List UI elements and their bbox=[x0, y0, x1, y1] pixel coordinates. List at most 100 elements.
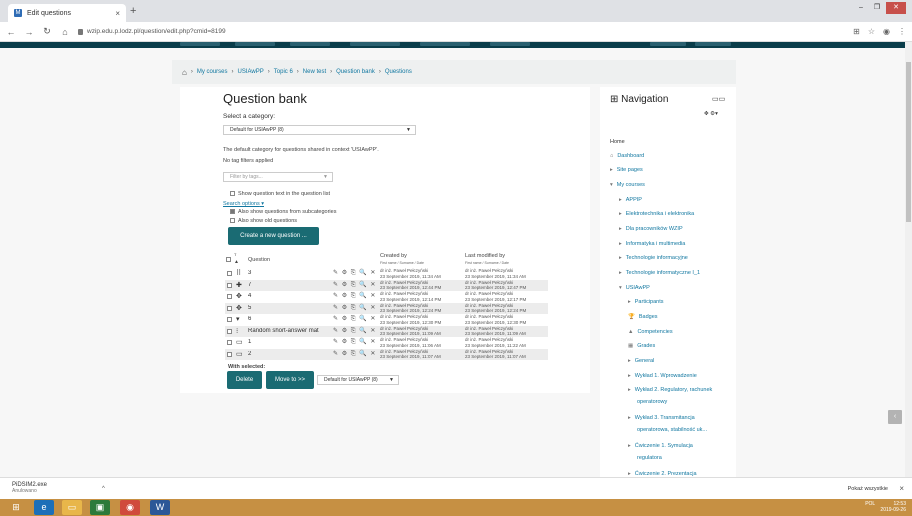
tag-filter-input[interactable]: Filter by tags... ▼ bbox=[223, 172, 333, 182]
move-to-button[interactable]: Move to >> bbox=[266, 371, 314, 389]
sidebar-item-label: USIAwPP bbox=[625, 285, 650, 291]
sidebar-item[interactable]: operatorowy bbox=[637, 399, 667, 405]
chrome-icon[interactable]: ◉ bbox=[120, 500, 140, 515]
old-questions-option[interactable]: Also show old questions bbox=[230, 218, 297, 224]
row-checkbox[interactable] bbox=[227, 317, 232, 322]
search-options-link[interactable]: Search options ▾ bbox=[223, 201, 264, 207]
row-actions[interactable]: ✎ ⚙ ⎘ 🔍 ✕ bbox=[333, 350, 376, 358]
breadcrumb-item[interactable]: Question bank bbox=[336, 69, 375, 75]
new-tab-button[interactable]: + bbox=[130, 5, 136, 17]
sidebar-item[interactable]: ▸ APPIP bbox=[619, 197, 642, 203]
col-modified-header[interactable]: Last modified by bbox=[465, 253, 505, 259]
block-actions-icon[interactable]: ✥ ⚙▾ bbox=[704, 111, 718, 117]
bookmark-star-icon[interactable]: ☆ bbox=[868, 27, 875, 36]
sidebar-item[interactable]: ▸ Ćwiczenie 1. Symulacja bbox=[628, 443, 693, 449]
ie-icon[interactable]: e bbox=[34, 500, 54, 515]
show-all-downloads-link[interactable]: Pokaż wszystkie bbox=[848, 486, 888, 492]
row-actions[interactable]: ✎ ⚙ ⎘ 🔍 ✕ bbox=[333, 269, 376, 277]
sidebar-item[interactable]: ⌂ Dashboard bbox=[610, 153, 644, 159]
app-icon[interactable]: ▣ bbox=[90, 500, 110, 515]
row-actions[interactable]: ✎ ⚙ ⎘ 🔍 ✕ bbox=[333, 281, 376, 289]
close-downloads-icon[interactable]: × bbox=[899, 484, 904, 493]
back-icon[interactable]: ← bbox=[6, 27, 16, 37]
home-icon[interactable]: ⌂ bbox=[182, 68, 187, 77]
minimize-icon[interactable]: – bbox=[854, 2, 868, 14]
sidebar-item[interactable]: ▸ Technologie informacyjne bbox=[619, 255, 688, 261]
show-question-text-option[interactable]: Show question text in the question list bbox=[230, 191, 330, 197]
breadcrumb-item[interactable]: Questions bbox=[385, 69, 412, 75]
download-item[interactable]: PiDSIM2.exe Anulowano bbox=[12, 482, 47, 494]
row-actions[interactable]: ✎ ⚙ ⎘ 🔍 ✕ bbox=[333, 315, 376, 323]
reload-icon[interactable]: ↻ bbox=[42, 26, 52, 37]
sidebar-item[interactable]: ▸ Site pages bbox=[610, 167, 643, 173]
chevron-up-icon[interactable]: ^ bbox=[102, 486, 105, 492]
sidebar-item[interactable]: ▦ Grades bbox=[628, 343, 655, 349]
lang-indicator[interactable]: POL bbox=[865, 501, 875, 507]
forward-icon[interactable]: → bbox=[24, 27, 34, 37]
sidebar-item[interactable]: ▸ Informatyka i multimedia bbox=[619, 241, 685, 247]
row-checkbox[interactable] bbox=[227, 328, 232, 334]
sidebar-item[interactable]: Home bbox=[610, 139, 625, 145]
category-select[interactable]: Default for USIAwPP (8) ▼ bbox=[223, 125, 416, 135]
sidebar-item[interactable]: ▸ Elektrotechnika i elektronika bbox=[619, 211, 694, 217]
row-checkbox[interactable] bbox=[227, 282, 232, 288]
page-title: Question bank bbox=[223, 91, 307, 106]
sidebar-item[interactable]: ▸ Technologie informatyczne I_1 bbox=[619, 270, 700, 276]
breadcrumb-item[interactable]: USIAwPP bbox=[238, 69, 264, 75]
file-explorer-icon[interactable]: ▭ bbox=[62, 500, 82, 515]
sidebar-item[interactable]: ▾ My courses bbox=[610, 182, 645, 188]
breadcrumb-item[interactable]: New test bbox=[303, 69, 326, 75]
create-question-button[interactable]: Create a new question ... bbox=[228, 227, 319, 245]
old-questions-checkbox[interactable] bbox=[230, 218, 235, 224]
select-all-checkbox[interactable] bbox=[226, 257, 234, 263]
browser-tab[interactable]: M Edit questions × bbox=[8, 4, 126, 22]
sidebar-item[interactable]: 🏆 Badges bbox=[628, 314, 658, 320]
sidebar-item[interactable]: regulatora bbox=[637, 455, 662, 461]
subcategories-checkbox[interactable] bbox=[230, 209, 235, 215]
windows-start-icon[interactable]: ⊞ bbox=[6, 500, 26, 515]
sidebar-item[interactable]: ▸ General bbox=[628, 358, 654, 364]
breadcrumb-item[interactable]: Topic 6 bbox=[274, 69, 293, 75]
subcategories-option[interactable]: Also show questions from subcategories bbox=[230, 209, 336, 215]
sidebar-item[interactable]: ▾ USIAwPP bbox=[619, 285, 650, 291]
row-actions[interactable]: ✎ ⚙ ⎘ 🔍 ✕ bbox=[333, 338, 376, 346]
tree-toggle-icon: ▸ bbox=[628, 387, 631, 393]
move-target-select[interactable]: Default for USIAwPP (8) ▼ bbox=[317, 375, 399, 385]
breadcrumb-item[interactable]: My courses bbox=[197, 69, 228, 75]
home-icon[interactable]: ⌂ bbox=[60, 27, 70, 37]
maximize-icon[interactable]: ❐ bbox=[870, 2, 884, 14]
sidebar-item[interactable]: ▸ Wykład 3. Transmitancja bbox=[628, 415, 695, 421]
word-icon[interactable]: W bbox=[150, 500, 170, 515]
menu-icon[interactable]: ⋮ bbox=[898, 27, 906, 36]
sidebar-item[interactable]: ▸ Wykład 2. Regulatory, rachunek bbox=[628, 387, 712, 393]
row-actions[interactable]: ✎ ⚙ ⎘ 🔍 ✕ bbox=[333, 327, 376, 335]
delete-button[interactable]: Delete bbox=[227, 371, 262, 389]
sidebar-item[interactable]: operatorowa, stabilność uk... bbox=[637, 427, 707, 433]
col-created-header[interactable]: Created by bbox=[380, 253, 407, 259]
row-actions[interactable]: ✎ ⚙ ⎘ 🔍 ✕ bbox=[333, 292, 376, 300]
row-checkbox[interactable] bbox=[227, 340, 232, 345]
translate-icon[interactable]: ⊞ bbox=[853, 27, 860, 36]
sort-type-indicator[interactable]: T bbox=[234, 252, 236, 257]
sidebar-item[interactable]: ▸ Dla pracowników WZIP bbox=[619, 226, 683, 232]
tab-close-icon[interactable]: × bbox=[115, 9, 120, 18]
show-text-checkbox[interactable] bbox=[230, 191, 235, 197]
sort-asc-icon[interactable]: ▲ bbox=[234, 259, 239, 265]
sidebar-item[interactable]: ▲ Competencies bbox=[628, 329, 673, 335]
sidebar-item[interactable]: ▸ Participants bbox=[628, 299, 664, 305]
window-close-icon[interactable]: ✕ bbox=[886, 2, 906, 14]
account-icon[interactable]: ◉ bbox=[883, 27, 890, 36]
dock-block-icon[interactable]: ▭▭ bbox=[712, 95, 725, 103]
row-actions[interactable]: ✎ ⚙ ⎘ 🔍 ✕ bbox=[333, 304, 376, 312]
page-scrollbar[interactable] bbox=[905, 42, 912, 477]
row-checkbox[interactable] bbox=[227, 351, 232, 357]
scroll-to-top-button[interactable]: ‹ bbox=[888, 410, 902, 424]
row-checkbox[interactable] bbox=[227, 305, 232, 311]
col-created-sub: First name / Surname / Date bbox=[380, 261, 424, 265]
sidebar-item[interactable]: ▸ Wykład 1. Wprowadzenie bbox=[628, 373, 697, 379]
address-bar[interactable]: wzip.edu.p.lodz.pl/question/edit.php?cmi… bbox=[78, 28, 226, 35]
sidebar-item-label: Wykład 3. Transmitancja bbox=[634, 415, 695, 421]
row-checkbox[interactable] bbox=[227, 294, 232, 299]
col-question-header[interactable]: Question bbox=[248, 257, 270, 263]
row-checkbox[interactable] bbox=[227, 271, 232, 276]
